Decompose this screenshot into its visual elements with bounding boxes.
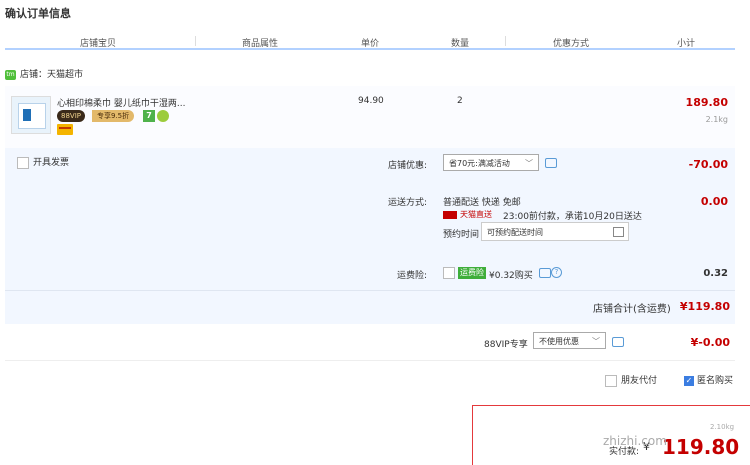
col-header-qty: 数量 [451, 39, 470, 49]
chat-icon[interactable] [545, 158, 557, 168]
insurance-badge: 运费险 [458, 267, 486, 279]
product-pack-image [18, 103, 46, 129]
page-title: 确认订单信息 [5, 7, 71, 20]
col-header-subtotal: 小计 [677, 39, 696, 49]
anonymous-option[interactable]: ✓ 匿名购买 [684, 373, 733, 386]
chat-icon[interactable] [612, 337, 624, 347]
vip-amount: ¥-0.00 [690, 336, 730, 349]
friend-pay-label: 朋友代付 [621, 376, 658, 386]
appointment-input[interactable]: 可预约配送时间 [481, 222, 629, 241]
shop-discount-amount: -70.00 [688, 158, 728, 171]
friend-pay-checkbox[interactable] [605, 374, 617, 387]
vip-discount-select[interactable]: 不使用优惠 ﹀ [533, 332, 606, 349]
item-weight: 2.1kg [705, 115, 728, 124]
shop-row[interactable]: tm 店铺：天猫超市 [5, 67, 83, 80]
shipping-label: 运送方式: [388, 198, 428, 208]
col-header-price: 单价 [361, 39, 380, 49]
shop-label: 店铺：天猫超市 [20, 70, 84, 80]
shop-discount-select[interactable]: 省70元:满减活动 ﹀ [443, 154, 539, 171]
col-header-item: 店铺宝贝 [80, 39, 117, 49]
insurance-checkbox[interactable] [443, 267, 455, 279]
delivery-note: 23:00前付款，承诺10月20日送达 [503, 212, 642, 222]
vip-row-label: 88VIP专享 [484, 340, 528, 350]
watermark: zhizhi.com [603, 434, 667, 448]
chat-icon[interactable] [539, 268, 551, 278]
tmall-shop-icon: tm [5, 69, 16, 80]
seven-day-return-icon[interactable]: 7 [143, 110, 155, 122]
invoice-checkbox[interactable] [17, 156, 29, 169]
chevron-down-icon: ﹀ [525, 159, 533, 168]
col-header-discount: 优惠方式 [553, 39, 590, 49]
shop-total-amount: ¥119.80 [679, 300, 730, 313]
insurance-badge-icon[interactable] [157, 110, 169, 122]
product-thumbnail[interactable] [11, 96, 51, 134]
card-payment-icon [57, 124, 73, 135]
invoice-label: 开具发票 [33, 158, 70, 168]
item-subtotal: 189.80 [685, 96, 728, 109]
chevron-down-icon: ﹀ [592, 337, 600, 346]
col-divider [195, 36, 196, 46]
tmall-express-icon [443, 210, 457, 219]
vip-discount-tag: 专享9.5折 [92, 110, 135, 122]
product-name-link[interactable]: 心相印棉柔巾 婴儿纸巾干湿两... [57, 96, 185, 109]
paybox-weight: 2.10kg [710, 423, 735, 431]
tmall-express: 天猫直送 [443, 210, 492, 220]
insurance-price: ¥0.32购买 [489, 271, 533, 281]
invoice-option[interactable]: 开具发票 [17, 155, 69, 169]
col-header-attr: 商品属性 [242, 39, 279, 49]
shipping-method: 普通配送 快递 免邮 [443, 198, 521, 208]
quantity: 2 [457, 96, 463, 106]
vip-select-value: 不使用优惠 [539, 337, 579, 346]
col-divider [505, 36, 506, 46]
unit-price: 94.90 [358, 96, 384, 106]
help-icon[interactable]: ? [551, 267, 562, 278]
shop-discount-value: 省70元:满减活动 [449, 159, 510, 168]
insurance-amount: 0.32 [703, 268, 728, 279]
appointment-placeholder: 可预约配送时间 [487, 228, 543, 237]
shop-discount-label: 店铺优惠: [388, 161, 428, 171]
appointment-label: 预约时间 [443, 230, 480, 240]
friend-pay-option[interactable]: 朋友代付 [605, 373, 657, 387]
vip-row [5, 326, 735, 361]
anonymous-checkbox-checked[interactable]: ✓ [684, 375, 694, 386]
anonymous-label: 匿名购买 [697, 376, 734, 386]
calendar-icon[interactable] [613, 227, 624, 237]
tmall-express-label: 天猫直送 [460, 210, 492, 219]
insurance-label: 运费险: [397, 271, 428, 281]
shop-total-label: 店铺合计(含运费) [593, 304, 671, 315]
vip-tag: 88VIP [57, 110, 85, 122]
shipping-amount: 0.00 [700, 195, 728, 208]
actual-pay-amount: 119.80 [662, 435, 740, 459]
table-header: 店铺宝贝 商品属性 单价 数量 优惠方式 小计 [5, 34, 735, 50]
